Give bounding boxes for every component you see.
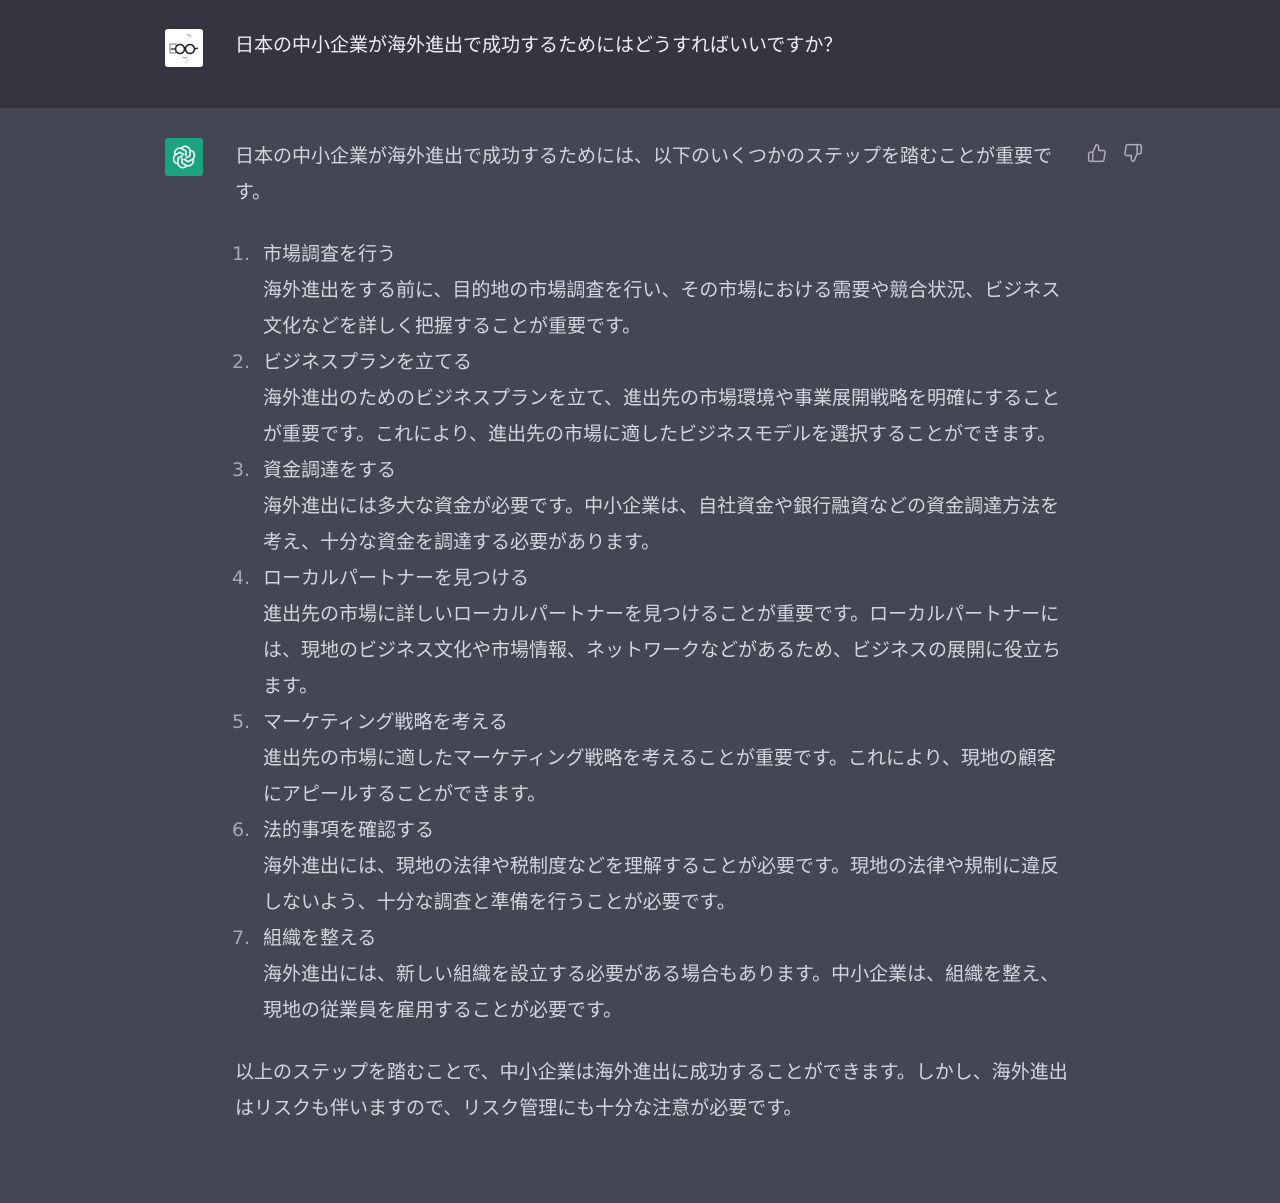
- step-body: 海外進出をする前に、目的地の市場調査を行い、その市場における需要や競合状況、ビジ…: [263, 279, 1061, 337]
- step-number: 7.: [232, 927, 251, 949]
- answer-conclusion: 以上のステップを踏むことで、中小企業は海外進出に成功することができます。しかし、…: [235, 1061, 1068, 1119]
- step-body: 進出先の市場に詳しいローカルパートナーを見つけることが重要です。ローカルパートナ…: [263, 603, 1062, 697]
- step-title: 法的事項を確認する: [263, 819, 435, 841]
- step-number: 4.: [232, 567, 251, 589]
- step-body: 海外進出には、新しい組織を設立する必要がある場合もあります。中小企業は、組織を整…: [263, 963, 1060, 1021]
- thumbs-down-icon[interactable]: [1122, 142, 1144, 164]
- step-title: ローカルパートナーを見つける: [263, 567, 530, 589]
- answer-intro: 日本の中小企業が海外進出で成功するためには、以下のいくつかのステップを踏むことが…: [235, 145, 1053, 203]
- step-title: 市場調査を行う: [263, 243, 397, 265]
- step-body: 海外進出のためのビジネスプランを立て、進出先の市場環境や事業展開戦略を明確にする…: [263, 387, 1061, 445]
- list-item: 7. 組織を整える 海外進出には、新しい組織を設立する必要がある場合もあります。…: [232, 920, 1065, 1028]
- step-body: 進出先の市場に適したマーケティング戦略を考えることが重要です。これにより、現地の…: [263, 747, 1056, 805]
- user-avatar-icon: [165, 29, 203, 67]
- step-title: ビジネスプランを立てる: [263, 351, 473, 373]
- list-item: 5. マーケティング戦略を考える 進出先の市場に適したマーケティング戦略を考える…: [232, 704, 1065, 812]
- list-item: 3. 資金調達をする 海外進出には多大な資金が必要です。中小企業は、自社資金や銀…: [232, 452, 1065, 560]
- openai-logo-icon: [165, 138, 203, 176]
- user-message-text: 日本の中小企業が海外進出で成功するためにはどうすればいいですか？: [235, 34, 843, 56]
- step-body: 海外進出には多大な資金が必要です。中小企業は、自社資金や銀行融資などの資金調達方…: [263, 495, 1060, 553]
- step-title: 組織を整える: [263, 927, 377, 949]
- list-item: 1. 市場調査を行う 海外進出をする前に、目的地の市場調査を行い、その市場におけ…: [232, 236, 1065, 344]
- step-number: 5.: [232, 711, 251, 733]
- list-item: 6. 法的事項を確認する 海外進出には、現地の法律や税制度などを理解することが必…: [232, 812, 1065, 920]
- step-title: マーケティング戦略を考える: [263, 711, 508, 733]
- user-message-row: 日本の中小企業が海外進出で成功するためにはどうすればいいですか？: [0, 0, 1280, 108]
- step-title: 資金調達をする: [263, 459, 397, 481]
- step-body: 海外進出には、現地の法律や税制度などを理解することが必要です。現地の法律や規制に…: [263, 855, 1060, 913]
- steps-list: 1. 市場調査を行う 海外進出をする前に、目的地の市場調査を行い、その市場におけ…: [232, 236, 1065, 1028]
- assistant-message-row: 日本の中小企業が海外進出で成功するためには、以下のいくつかのステップを踏むことが…: [0, 108, 1280, 1203]
- assistant-answer: 日本の中小企業が海外進出で成功するためには、以下のいくつかのステップを踏むことが…: [232, 138, 1085, 1126]
- list-item: 4. ローカルパートナーを見つける 進出先の市場に詳しいローカルパートナーを見つ…: [232, 560, 1065, 704]
- step-number: 3.: [232, 459, 251, 481]
- step-number: 2.: [232, 351, 251, 373]
- step-number: 6.: [232, 819, 251, 841]
- list-item: 2. ビジネスプランを立てる 海外進出のためのビジネスプランを立て、進出先の市場…: [232, 344, 1065, 452]
- step-number: 1.: [232, 243, 251, 265]
- thumbs-up-icon[interactable]: [1086, 142, 1108, 164]
